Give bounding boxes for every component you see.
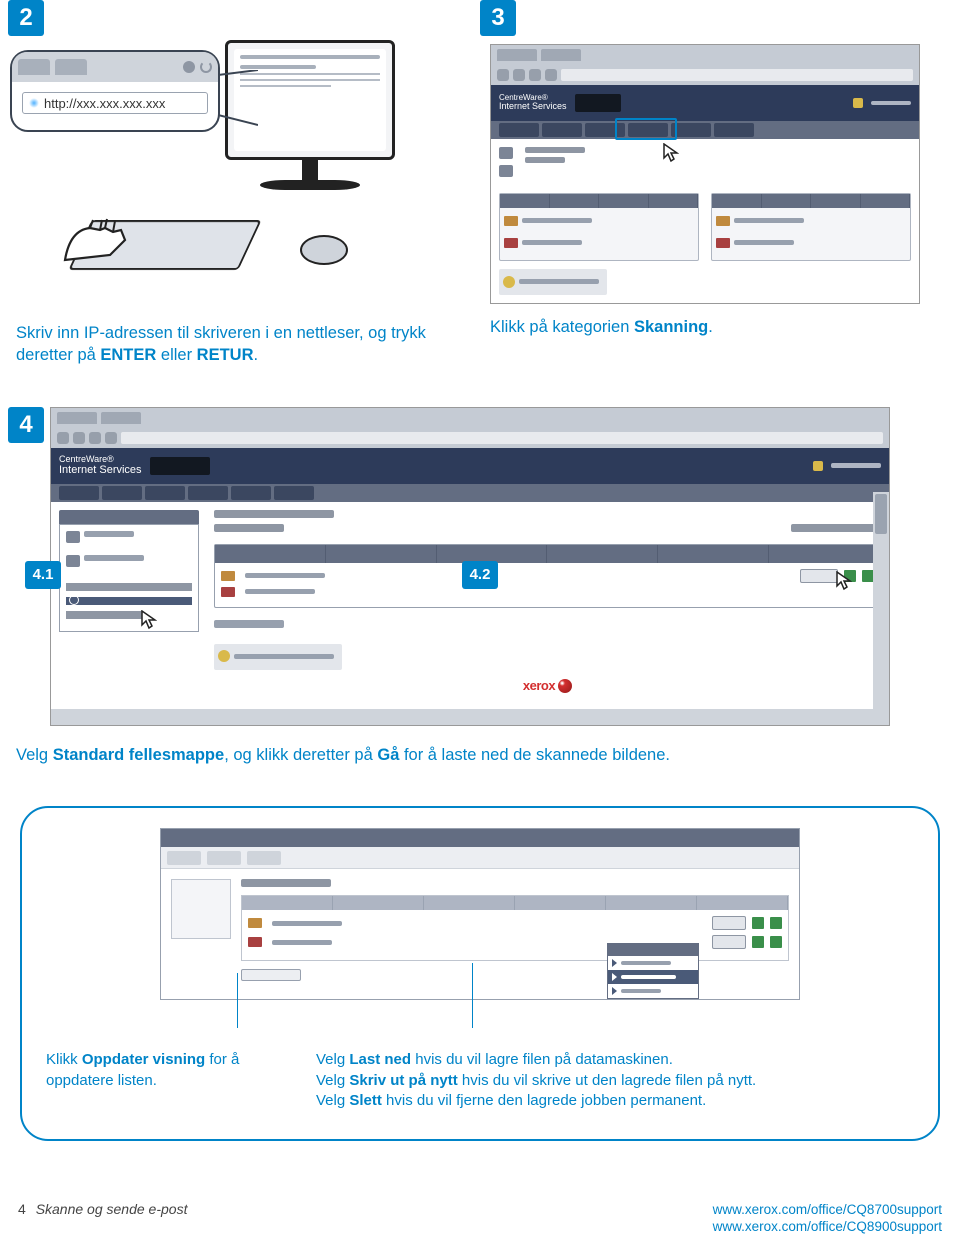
mouse-illustration [300, 235, 348, 265]
action-dropdown[interactable] [607, 943, 699, 999]
mini-sidebar [171, 879, 231, 939]
folder-panel-right [711, 193, 911, 261]
detail-actions-instruction: Velg Last ned hvis du vil lagre filen på… [316, 1050, 914, 1111]
step4-1-badge: 4.1 [25, 561, 61, 589]
detail-browser-mock [160, 828, 800, 1000]
url-text: http://xxx.xxx.xxx.xxx [44, 96, 165, 111]
folder-icon [716, 216, 730, 226]
forward-icon[interactable] [73, 432, 85, 444]
address-field[interactable] [561, 69, 913, 81]
stop-icon[interactable] [105, 432, 117, 444]
sidebar-panel [59, 510, 199, 632]
table-row[interactable] [248, 916, 782, 930]
reload-icon[interactable] [529, 69, 541, 81]
mini-file-table [241, 895, 789, 961]
nav-icon[interactable] [499, 147, 513, 159]
support-url-1: www.xerox.com/office/CQ8700support [713, 1201, 942, 1219]
step3-instruction: Klikk på kategorien Skanning. [480, 304, 960, 338]
centreware-header: CentreWare® Internet Services [491, 85, 919, 121]
dropdown-item-delete[interactable] [608, 984, 698, 998]
back-icon[interactable] [57, 432, 69, 444]
download-icon[interactable] [752, 917, 764, 929]
address-field[interactable] [121, 432, 883, 444]
leader-line-right [472, 963, 473, 1028]
folder-icon [221, 571, 235, 581]
action-icon[interactable] [770, 936, 782, 948]
url-callout: http://xxx.xxx.xxx.xxx [10, 50, 220, 132]
address-bar[interactable]: http://xxx.xxx.xxx.xxx [22, 92, 208, 114]
page-number: 4 [18, 1201, 26, 1217]
stop-icon[interactable] [545, 69, 557, 81]
back-icon[interactable] [497, 69, 509, 81]
stop-icon [183, 61, 195, 73]
table-row[interactable] [221, 587, 874, 597]
lock-icon [853, 98, 863, 108]
scrollbar-vertical[interactable] [873, 492, 889, 710]
cursor-icon [836, 571, 852, 591]
centreware-header: CentreWare® Internet Services [51, 448, 889, 484]
folder-icon [716, 238, 730, 248]
table-row[interactable] [221, 569, 874, 583]
detail-refresh-instruction: Klikk Oppdater visning for å oppdatere l… [46, 1050, 276, 1111]
step4-badge: 4 [8, 407, 44, 443]
step2-illustration: http://xxx.xxx.xxx.xxx [0, 0, 480, 310]
scrollbar-horizontal[interactable] [51, 709, 889, 725]
folder-panel-left [499, 193, 699, 261]
forward-icon[interactable] [513, 69, 525, 81]
info-strip [499, 269, 607, 295]
cursor-icon [141, 610, 157, 630]
step3-browser-mock: CentreWare® Internet Services [490, 44, 920, 304]
step4-instruction: Velg Standard fellesmappe, og klikk dere… [0, 726, 960, 766]
nav-icon[interactable] [499, 165, 513, 177]
reload-icon [200, 61, 212, 73]
info-icon [218, 650, 230, 662]
go-button[interactable] [712, 916, 746, 930]
step3-badge: 3 [480, 0, 516, 36]
xerox-logo: xerox [214, 670, 881, 702]
lock-icon [813, 461, 823, 471]
detail-callout-box: Klikk Oppdater visning for å oppdatere l… [20, 806, 940, 1141]
step4-2-badge: 4.2 [462, 561, 498, 589]
info-strip [214, 644, 342, 670]
folder-icon [504, 216, 518, 226]
hands-typing-illustration [55, 200, 155, 270]
support-url-2: www.xerox.com/office/CQ8900support [713, 1218, 942, 1236]
reload-icon[interactable] [89, 432, 101, 444]
page-footer: 4 Skanne og sende e-post www.xerox.com/o… [0, 1201, 960, 1236]
nav-icon[interactable] [66, 531, 80, 543]
nav-icon[interactable] [66, 555, 80, 567]
dropdown-item-download[interactable] [608, 956, 698, 970]
sidebar-item-standard-folder[interactable] [66, 597, 192, 605]
file-table [214, 544, 881, 608]
folder-icon [248, 937, 262, 947]
leader-line-left [237, 973, 238, 1028]
scanning-tab-highlight [615, 118, 677, 140]
folder-icon [221, 587, 235, 597]
refresh-view-button[interactable] [241, 969, 301, 981]
info-icon [503, 276, 515, 288]
footer-title: Skanne og sende e-post [36, 1201, 188, 1217]
step2-instruction: Skriv inn IP-adressen til skriveren i en… [0, 310, 480, 367]
go-button[interactable] [800, 569, 838, 583]
table-row[interactable] [248, 935, 782, 949]
dropdown-item-reprint[interactable] [608, 970, 698, 984]
cursor-icon [663, 143, 679, 163]
folder-icon [248, 918, 262, 928]
folder-icon [504, 238, 518, 248]
go-button[interactable] [712, 935, 746, 949]
download-icon[interactable] [752, 936, 764, 948]
action-icon[interactable] [770, 917, 782, 929]
